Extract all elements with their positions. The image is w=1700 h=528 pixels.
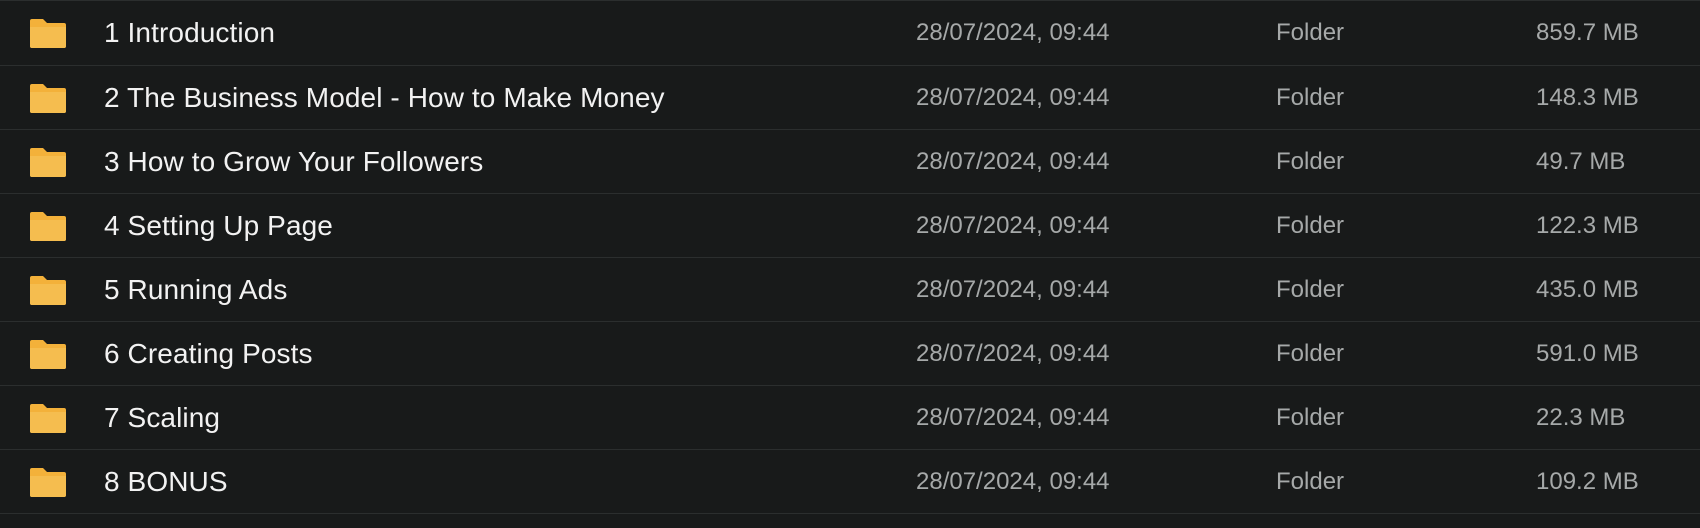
file-row-6[interactable]: 6 Creating Posts 28/07/2024, 09:44 Folde… — [0, 322, 1700, 386]
file-row-1[interactable]: 1 Introduction 28/07/2024, 09:44 Folder … — [0, 0, 1700, 66]
file-row-2[interactable]: 2 The Business Model - How to Make Money… — [0, 66, 1700, 130]
folder-icon — [29, 17, 67, 49]
file-name[interactable]: 8 BONUS — [104, 466, 228, 498]
folder-icon — [29, 338, 67, 370]
file-row-5[interactable]: 5 Running Ads 28/07/2024, 09:44 Folder 4… — [0, 258, 1700, 322]
file-name[interactable]: 4 Setting Up Page — [104, 210, 333, 242]
file-kind: Folder — [1276, 147, 1345, 175]
folder-icon — [29, 210, 67, 242]
date-modified: 28/07/2024, 09:44 — [916, 403, 1110, 431]
folder-icon — [29, 146, 67, 178]
file-size: 122.3 MB — [1536, 211, 1639, 239]
folder-icon — [29, 82, 67, 114]
file-kind: Folder — [1276, 339, 1345, 367]
file-name[interactable]: 7 Scaling — [104, 402, 220, 434]
file-name[interactable]: 3 How to Grow Your Followers — [104, 146, 483, 178]
date-modified: 28/07/2024, 09:44 — [916, 19, 1110, 46]
date-modified: 28/07/2024, 09:44 — [916, 83, 1110, 111]
file-name[interactable]: 1 Introduction — [104, 17, 275, 49]
file-size: 49.7 MB — [1536, 147, 1626, 175]
folder-icon — [29, 402, 67, 434]
file-size: 435.0 MB — [1536, 275, 1639, 303]
date-modified: 28/07/2024, 09:44 — [916, 275, 1110, 303]
date-modified: 28/07/2024, 09:44 — [916, 467, 1110, 495]
file-kind: Folder — [1276, 19, 1345, 46]
folder-icon — [29, 274, 67, 306]
file-kind: Folder — [1276, 275, 1345, 303]
file-kind: Folder — [1276, 211, 1345, 239]
file-row-3[interactable]: 3 How to Grow Your Followers 28/07/2024,… — [0, 130, 1700, 194]
file-size: 591.0 MB — [1536, 339, 1639, 367]
file-size: 109.2 MB — [1536, 467, 1639, 495]
file-row-7[interactable]: 7 Scaling 28/07/2024, 09:44 Folder 22.3 … — [0, 386, 1700, 450]
file-row-8[interactable]: 8 BONUS 28/07/2024, 09:44 Folder 109.2 M… — [0, 450, 1700, 514]
date-modified: 28/07/2024, 09:44 — [916, 211, 1110, 239]
date-modified: 28/07/2024, 09:44 — [916, 147, 1110, 175]
file-kind: Folder — [1276, 83, 1345, 111]
file-size: 22.3 MB — [1536, 403, 1626, 431]
file-name[interactable]: 2 The Business Model - How to Make Money — [104, 82, 665, 114]
file-size: 148.3 MB — [1536, 83, 1639, 111]
file-size: 859.7 MB — [1536, 19, 1639, 46]
file-row-4[interactable]: 4 Setting Up Page 28/07/2024, 09:44 Fold… — [0, 194, 1700, 258]
date-modified: 28/07/2024, 09:44 — [916, 339, 1110, 367]
file-name[interactable]: 5 Running Ads — [104, 274, 287, 306]
file-kind: Folder — [1276, 403, 1345, 431]
file-list: 1 Introduction 28/07/2024, 09:44 Folder … — [0, 0, 1700, 528]
folder-icon — [29, 466, 67, 498]
file-kind: Folder — [1276, 467, 1345, 495]
file-name[interactable]: 6 Creating Posts — [104, 338, 313, 370]
